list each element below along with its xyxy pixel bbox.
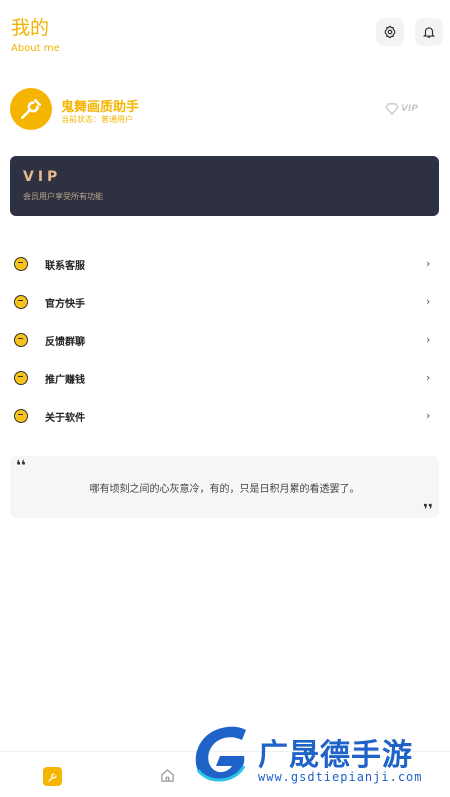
menu-item-label: 推广赚钱	[45, 375, 85, 386]
vip-card[interactable]: VIP 会员用户享受所有功能	[10, 156, 439, 216]
settings-button[interactable]	[376, 18, 404, 46]
kuaishou-icon	[14, 295, 28, 309]
wrench-icon	[21, 99, 41, 119]
about-icon	[14, 409, 28, 423]
wrench-icon	[47, 772, 57, 782]
page-title: 我的	[11, 17, 50, 39]
menu-item-promote[interactable]: 推广赚钱 ›	[0, 360, 450, 398]
chevron-right-icon: ›	[426, 295, 431, 308]
watermark: 广晟德手游 www.gsdtiepianji.com	[190, 726, 450, 786]
menu-item-group-chat[interactable]: 反馈群聊 ›	[0, 322, 450, 360]
quote-text: 哪有顷刻之间的心灰意冷，有的，只是日积月累的看透罢了。	[89, 484, 360, 495]
group-chat-icon	[14, 333, 28, 347]
menu-item-label: 官方快手	[45, 299, 85, 310]
menu-item-customer-service[interactable]: 联系客服 ›	[0, 246, 450, 284]
chevron-right-icon: ›	[426, 409, 431, 422]
menu-item-about[interactable]: 关于软件 ›	[0, 398, 450, 436]
quote-open-icon: ❛❛	[16, 458, 26, 474]
vip-badge-label: VIP	[401, 104, 418, 114]
vip-badge: VIP	[385, 102, 418, 116]
quote-close-icon: ❜❜	[423, 502, 433, 518]
watermark-logo-icon	[195, 726, 246, 782]
quote-card: ❛❛ 哪有顷刻之间的心灰意冷，有的，只是日积月累的看透罢了。 ❜❜	[10, 456, 439, 518]
chevron-right-icon: ›	[426, 333, 431, 346]
page-header: 我的 About me	[11, 16, 60, 54]
vip-card-title: VIP	[23, 169, 62, 185]
watermark-title: 广晟德手游	[258, 738, 413, 773]
menu-list: 联系客服 › 官方快手 › 反馈群聊 › 推广赚钱 › 关于软件 ›	[0, 246, 450, 436]
avatar[interactable]	[10, 88, 52, 130]
chevron-right-icon: ›	[426, 257, 431, 270]
menu-item-label: 关于软件	[45, 413, 85, 424]
bell-icon	[422, 27, 436, 38]
profile-name: 鬼舞画质助手	[61, 100, 140, 115]
menu-item-label: 反馈群聊	[45, 337, 85, 348]
menu-item-kuaishou[interactable]: 官方快手 ›	[0, 284, 450, 322]
home-icon[interactable]	[160, 768, 175, 783]
settings-gear-icon	[384, 25, 396, 39]
promote-icon	[14, 371, 28, 385]
diamond-icon	[385, 103, 399, 115]
chevron-right-icon: ›	[426, 371, 431, 384]
vip-card-description: 会员用户享受所有功能	[23, 192, 103, 201]
page-subtitle: About me	[11, 43, 60, 54]
menu-item-label: 联系客服	[45, 261, 85, 272]
tab-tools[interactable]	[43, 767, 62, 786]
customer-service-icon	[14, 257, 28, 271]
profile-status: 当前状态：普通用户	[61, 115, 133, 124]
notification-button[interactable]	[415, 18, 443, 46]
watermark-url: www.gsdtiepianji.com	[258, 770, 423, 784]
profile-section[interactable]: 鬼舞画质助手 当前状态：普通用户 VIP	[10, 88, 440, 132]
